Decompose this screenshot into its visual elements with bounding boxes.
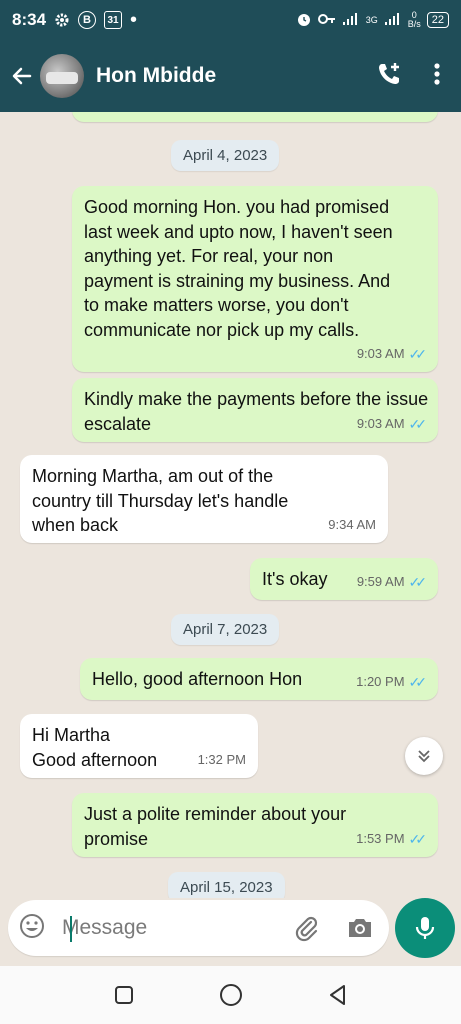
message-bubble[interactable]: It's okay 9:59 AM ✓✓	[250, 558, 438, 600]
message-time: 9:59 AM	[356, 573, 405, 589]
date-separator: April 15, 2023	[168, 872, 285, 898]
message-bubble[interactable]: Hi Martha Good afternoon 1:32 PM	[20, 714, 258, 778]
camera-button[interactable]	[346, 914, 374, 947]
read-ticks-icon: ✓✓	[409, 112, 428, 120]
back-nav-button[interactable]	[318, 975, 358, 1015]
message-meta: 9:59 AM ✓✓	[356, 570, 428, 595]
contact-avatar[interactable]	[40, 54, 84, 98]
vpn-key-icon	[317, 13, 336, 28]
voice-message-button[interactable]	[395, 898, 455, 958]
read-ticks-icon: ✓✓	[408, 415, 428, 432]
message-time: 9:03 AM	[356, 345, 405, 361]
message-input[interactable]	[62, 916, 262, 940]
more-options-button[interactable]	[433, 62, 441, 91]
message-meta: 9:03 AM ✓✓	[356, 412, 428, 437]
signal-2-icon	[384, 12, 402, 29]
message-bubble[interactable]: Morning Martha, am out of the country ti…	[20, 455, 388, 543]
composer	[0, 898, 461, 966]
battery-indicator: 22	[426, 12, 449, 28]
notification-dot-icon: •	[130, 8, 138, 31]
back-triangle-icon	[329, 985, 345, 1005]
message-list[interactable]: 4:59 PM ✓✓ April 4, 2023 Good morning Ho…	[0, 112, 461, 898]
message-bubble[interactable]: Good morning Hon. you had promised last …	[72, 186, 438, 372]
recents-button[interactable]	[104, 975, 144, 1015]
double-chevron-down-icon	[418, 750, 430, 763]
back-button[interactable]	[2, 64, 42, 88]
recents-icon	[114, 986, 133, 1004]
message-bubble-partial[interactable]: 4:59 PM ✓✓	[72, 112, 438, 122]
network-type-label: 3G	[365, 15, 378, 25]
message-bubble[interactable]: Kindly make the payments before the issu…	[72, 378, 438, 442]
home-button[interactable]	[211, 975, 251, 1015]
text-cursor	[70, 916, 72, 942]
message-meta: 4:59 PM ✓✓	[356, 112, 428, 120]
signal-icon	[342, 12, 360, 29]
system-navigation-bar	[0, 966, 461, 1024]
read-ticks-icon: ✓✓	[408, 830, 428, 847]
emoji-button[interactable]	[18, 912, 48, 945]
message-text: Morning Martha, am out of the country ti…	[32, 466, 289, 535]
status-bar: 8:34 B 31 • 3G 0 B/s 22	[0, 0, 461, 40]
date-separator: April 7, 2023	[171, 614, 280, 645]
message-time: 9:03 AM	[356, 415, 405, 431]
attach-button[interactable]	[292, 914, 322, 949]
camera-icon	[349, 919, 371, 937]
data-speed-unit: B/s	[407, 19, 421, 29]
read-ticks-icon: ✓✓	[408, 345, 428, 362]
home-circle-icon	[219, 984, 242, 1006]
add-call-button[interactable]	[375, 60, 403, 93]
calendar-icon: 31	[104, 11, 123, 29]
message-text: Good morning Hon. you had promised last …	[84, 197, 393, 340]
read-ticks-icon: ✓✓	[408, 673, 428, 690]
message-bubble[interactable]: Just a polite reminder about your promis…	[72, 793, 438, 857]
message-time: 1:32 PM	[197, 751, 246, 767]
message-time: 1:53 PM	[356, 830, 405, 846]
message-meta: 1:32 PM	[198, 748, 246, 773]
paperclip-icon	[295, 916, 318, 942]
message-meta: 1:20 PM ✓✓	[356, 670, 428, 695]
message-meta: 9:03 AM ✓✓	[356, 342, 428, 367]
message-time: 9:34 AM	[328, 516, 376, 532]
alarm-icon	[296, 11, 312, 30]
b-badge-icon: B	[78, 11, 97, 29]
message-meta: 1:53 PM ✓✓	[356, 827, 428, 852]
more-vert-icon	[434, 62, 440, 85]
date-separator: April 4, 2023	[171, 140, 280, 171]
settings-gear-icon	[54, 12, 70, 28]
emoji-icon	[20, 913, 44, 938]
arrow-left-icon	[12, 67, 32, 85]
message-bubble[interactable]: Hello, good afternoon Hon 1:20 PM ✓✓	[80, 658, 438, 700]
microphone-icon	[415, 917, 435, 939]
phone-plus-icon	[379, 62, 399, 84]
message-time: 1:20 PM	[356, 673, 405, 689]
scroll-to-bottom-button[interactable]	[405, 737, 443, 775]
message-meta: 9:34 AM	[328, 513, 376, 538]
read-ticks-icon: ✓✓	[408, 573, 428, 590]
chat-header: Hon Mbidde	[0, 40, 461, 112]
message-input-container	[8, 900, 389, 956]
data-speed: 0 B/s	[408, 11, 421, 29]
message-time: 4:59 PM	[356, 112, 404, 120]
status-time: 8:34	[12, 10, 47, 29]
contact-name[interactable]: Hon Mbidde	[96, 64, 216, 88]
